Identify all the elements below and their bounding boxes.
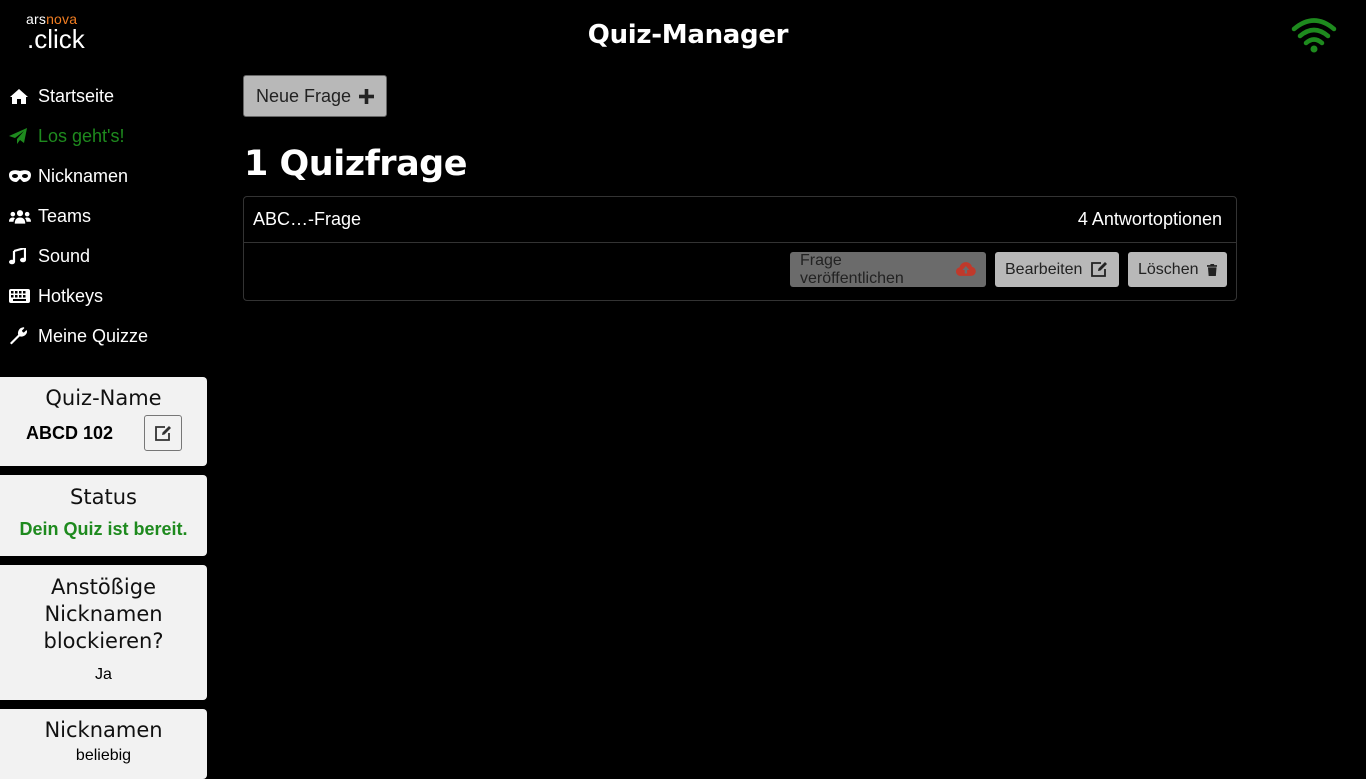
nav-item-teams[interactable]: Teams: [0, 196, 210, 236]
page-title: Quiz-Manager: [587, 20, 789, 50]
question-count-title: 1 Quizfrage: [244, 144, 467, 184]
question-panel: ABC…-Frage 4 Antwortoptionen Frage veröf…: [243, 196, 1237, 301]
edit-icon: [1091, 262, 1108, 277]
quiz-name-value: ABCD 102: [26, 422, 114, 443]
quiz-name-card: Quiz-Name ABCD 102: [0, 377, 207, 466]
nav-label: Teams: [38, 205, 92, 226]
keyboard-icon: [9, 287, 31, 305]
edit-question-button[interactable]: Bearbeiten: [995, 252, 1119, 287]
nav-item-nicknamen[interactable]: Nicknamen: [0, 156, 210, 196]
card-title-line: Nicknamen: [44, 602, 163, 626]
question-type: ABC…-Frage: [253, 209, 362, 229]
trash-icon: [1206, 263, 1217, 276]
paper-plane-icon: [9, 127, 31, 145]
nav-label: Sound: [38, 245, 91, 266]
nav-item-startseite[interactable]: Startseite: [0, 76, 210, 116]
nav-label: Meine Quizze: [38, 325, 149, 346]
wrench-icon: [9, 327, 31, 345]
card-title: Quiz-Name: [45, 386, 162, 410]
app-header: arsnova .click Quiz-Manager: [0, 0, 1366, 72]
sidebar-nav: Startseite Los geht's! Nicknamen Teams S…: [0, 76, 210, 356]
nicknames-value: beliebig: [75, 747, 132, 764]
delete-question-button[interactable]: Löschen: [1128, 252, 1227, 287]
nav-label: Los geht's!: [38, 125, 125, 146]
users-icon: [9, 207, 31, 225]
new-question-label: Neue Frage: [255, 85, 352, 106]
block-nicknames-card: Anstößige Nicknamen blockieren? Ja: [0, 565, 207, 700]
music-icon: [9, 247, 31, 265]
nav-item-sound[interactable]: Sound: [0, 236, 210, 276]
status-card: Status Dein Quiz ist bereit.: [0, 475, 207, 556]
edit-icon: [155, 425, 171, 441]
edit-quiz-name-button[interactable]: [144, 415, 182, 451]
card-title: Status: [70, 485, 137, 509]
question-header: ABC…-Frage 4 Antwortoptionen: [244, 197, 1236, 243]
nav-label: Startseite: [38, 85, 115, 106]
delete-label: Löschen: [1138, 260, 1199, 278]
edit-label: Bearbeiten: [1005, 260, 1083, 278]
card-title-line: blockieren?: [43, 629, 164, 653]
card-title: Nicknamen: [44, 718, 163, 742]
home-icon: [9, 87, 31, 105]
mask-icon: [9, 167, 31, 185]
status-value: Dein Quiz ist bereit.: [19, 519, 188, 539]
cloud-upload-icon: [956, 262, 976, 276]
nicknames-card: Nicknamen beliebig: [0, 709, 207, 779]
publish-question-button[interactable]: Frage veröffentlichen: [790, 252, 986, 287]
nav-item-los-gehts[interactable]: Los geht's!: [0, 116, 210, 156]
wifi-icon: [1291, 18, 1337, 53]
nav-item-hotkeys[interactable]: Hotkeys: [0, 276, 210, 316]
question-actions: Frage veröffentlichen Bearbeiten Löschen: [790, 252, 1227, 287]
nav-label: Nicknamen: [38, 165, 129, 186]
nav-label: Hotkeys: [38, 285, 104, 306]
answer-options-count: 4 Antwortoptionen: [1077, 209, 1222, 229]
card-title: Anstößige Nicknamen blockieren?: [0, 574, 207, 655]
plus-icon: [359, 88, 375, 104]
card-title-line: Anstößige: [50, 575, 156, 599]
block-nicknames-value: Ja: [95, 666, 112, 683]
new-question-button[interactable]: Neue Frage: [243, 75, 387, 117]
publish-label: Frage veröffentlichen: [800, 251, 904, 287]
nav-item-meine-quizze[interactable]: Meine Quizze: [0, 316, 210, 356]
